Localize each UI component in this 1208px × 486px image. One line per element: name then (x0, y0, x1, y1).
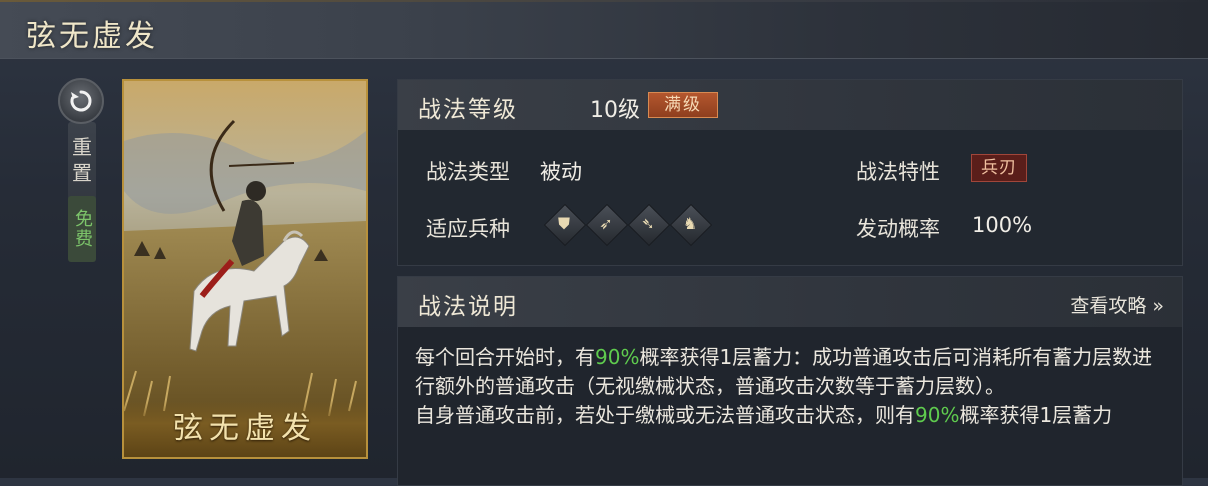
view-guide-link[interactable]: 查看攻略 » (1070, 291, 1164, 318)
reset-icon (70, 90, 92, 112)
description-text: 每个回合开始时，有90%概率获得1层蓄力：成功普通攻击后可消耗所有蓄力层数进行额… (415, 343, 1165, 430)
trait-badge: 兵刃 (971, 154, 1027, 182)
title-bar: 弦无虚发 (0, 0, 1208, 59)
horse-icon: ♞ (682, 214, 698, 233)
desc-p1-a: 每个回合开始时，有 (415, 345, 595, 369)
reset-label[interactable]: 重置 (68, 134, 96, 186)
spear-icon: ➴ (641, 214, 655, 233)
description-panel: 战法说明 查看攻略 » 每个回合开始时，有90%概率获得1层蓄力：成功普通攻击后… (397, 276, 1183, 486)
level-value: 10级 (590, 98, 640, 123)
trait-label: 战法特性 (856, 160, 940, 184)
reset-button[interactable] (58, 78, 104, 124)
bow-icon: ➶ (599, 214, 613, 233)
free-label: 免费 (72, 209, 93, 249)
unit-icons: ⛊ ➶ ➴ ♞ (543, 203, 713, 247)
description-header: 战法说明 查看攻略 » (398, 277, 1182, 327)
level-header: 战法等级 10级 满级 (398, 80, 1182, 130)
desc-p2-b: 概率获得1层蓄力 (959, 403, 1113, 427)
shield-icon: ⛊ (557, 214, 570, 233)
desc-p2-a: 自身普通攻击前，若处于缴械或无法普通攻击状态，则有 (415, 403, 915, 427)
page-title: 弦无虚发 (26, 19, 158, 54)
free-badge: 免费 (68, 196, 96, 262)
tactic-card: 弦无虚发 (122, 79, 368, 459)
type-value: 被动 (540, 160, 582, 184)
desc-p1-highlight: 90% (595, 345, 640, 369)
card-name: 弦无虚发 (173, 411, 317, 446)
units-label: 适应兵种 (426, 217, 510, 241)
level-label: 战法等级 (418, 97, 518, 123)
rate-value: 100% (972, 213, 1033, 237)
type-label: 战法类型 (426, 160, 510, 184)
desc-p2-highlight: 90% (915, 403, 960, 427)
rate-label: 发动概率 (856, 217, 940, 241)
tactic-info-panel: 战法等级 10级 满级 战法类型 被动 战法特性 兵刃 适应兵种 ⛊ ➶ ➴ ♞… (397, 79, 1183, 266)
description-title: 战法说明 (418, 294, 518, 320)
max-level-badge: 满级 (648, 92, 718, 118)
